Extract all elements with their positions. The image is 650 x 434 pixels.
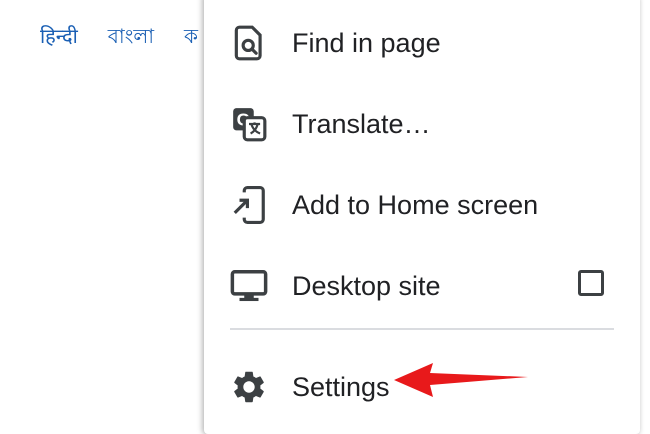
language-links: हिन्दी বাংলা ক [40, 22, 198, 55]
menu-item-label: Find in page [292, 28, 441, 58]
menu-item-find-in-page[interactable]: Find in page [204, 12, 640, 72]
menu-item-translate[interactable]: G Translate… [204, 93, 640, 153]
menu-item-add-to-home-screen[interactable]: Add to Home screen [204, 174, 640, 234]
menu-item-label: Add to Home screen [292, 190, 539, 220]
browser-overflow-menu: Find in page G Translate… Add to Home sc… [204, 0, 640, 434]
menu-item-label: Settings [292, 372, 390, 402]
language-link-partial[interactable]: ক [184, 22, 198, 55]
menu-item-desktop-site[interactable]: Desktop site [204, 255, 640, 315]
gear-icon [230, 368, 268, 406]
language-link-bengali[interactable]: বাংলা [108, 22, 154, 55]
language-link-hindi[interactable]: हिन्दी [40, 22, 78, 55]
add-to-home-screen-icon [230, 186, 268, 224]
menu-item-settings[interactable]: Settings [204, 356, 640, 416]
desktop-icon [230, 267, 268, 305]
menu-item-label: Translate… [292, 109, 431, 139]
menu-divider [230, 328, 614, 330]
desktop-site-checkbox[interactable] [578, 270, 604, 296]
find-in-page-icon [230, 24, 268, 62]
menu-item-label: Desktop site [292, 271, 441, 301]
translate-icon: G [230, 105, 268, 143]
